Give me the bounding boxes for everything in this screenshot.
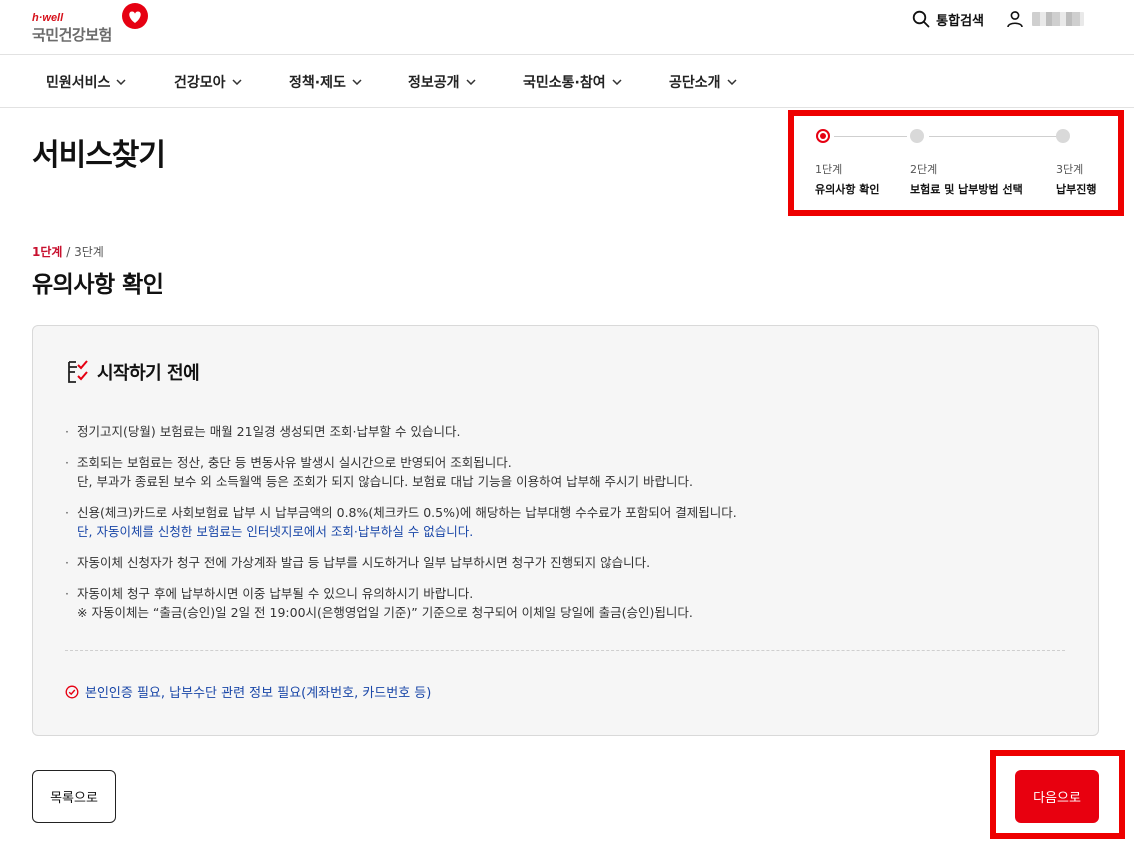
nav-item-health-moa[interactable]: 건강모아 bbox=[174, 72, 242, 92]
list-item: 조회되는 보험료는 정산, 충단 등 변동사유 발생시 실시간으로 반영되어 조… bbox=[65, 453, 1065, 491]
main-navigation: 민원서비스 건강모아 정책·제도 정보공개 국민소통·참여 공단소개 bbox=[0, 55, 1134, 108]
nav-item-label: 건강모아 bbox=[174, 75, 226, 91]
logo-subtext: h·well bbox=[32, 12, 64, 24]
search-label: 통합검색 bbox=[936, 13, 984, 29]
next-button-highlight: 다음으로 bbox=[990, 750, 1125, 839]
nav-item-label: 정책·제도 bbox=[289, 75, 346, 91]
list-item: 정기고지(당월) 보험료는 매월 21일경 생성되면 조회·납부할 수 있습니다… bbox=[65, 422, 1065, 441]
notice-title: 시작하기 전에 bbox=[97, 363, 200, 384]
notice-line: 자동이체 신청자가 청구 전에 가상계좌 발급 등 납부를 시도하거나 일부 납… bbox=[77, 555, 651, 570]
step-number: 1단계 bbox=[815, 163, 843, 176]
step-connector bbox=[929, 136, 1061, 137]
chevron-down-icon bbox=[116, 79, 126, 85]
logo-text: 국민건강보험 bbox=[32, 26, 112, 44]
checklist-icon bbox=[68, 360, 88, 383]
nav-item-about[interactable]: 공단소개 bbox=[669, 72, 737, 92]
divider bbox=[65, 650, 1065, 651]
page-title: 서비스찾기 bbox=[32, 138, 166, 173]
requirement-text: 본인인증 필요, 납부수단 관련 정보 필요(계좌번호, 카드번호 등) bbox=[85, 686, 432, 701]
top-header: h·well 국민건강보험 통합검색 bbox=[0, 0, 1134, 55]
notice-line: 조회되는 보험료는 정산, 충단 등 변동사유 발생시 실시간으로 반영되어 조… bbox=[77, 455, 512, 470]
step-dot bbox=[1056, 129, 1070, 143]
integrated-search-button[interactable]: 통합검색 bbox=[912, 10, 984, 29]
search-icon bbox=[912, 10, 930, 28]
notice-line: 단, 부과가 종료된 보수 외 소득월액 등은 조회가 되지 않습니다. 보험료… bbox=[77, 474, 693, 489]
nav-item-civil-service[interactable]: 민원서비스 bbox=[46, 72, 126, 92]
total-steps: 3단계 bbox=[74, 245, 104, 259]
step-separator: / bbox=[62, 245, 75, 259]
nav-item-label: 국민소통·참여 bbox=[523, 75, 606, 91]
logo[interactable]: h·well 국민건강보험 bbox=[32, 3, 162, 48]
back-to-list-button[interactable]: 목록으로 bbox=[32, 770, 116, 823]
check-circle-icon bbox=[65, 685, 79, 698]
heart-logo-icon bbox=[122, 3, 148, 29]
notice-line: ※ 자동이체는 “출금(승인)일 2일 전 19:00시(은행영업일 기준)” … bbox=[77, 605, 693, 620]
step-dot-active bbox=[816, 129, 830, 143]
nav-item-label: 공단소개 bbox=[669, 75, 721, 91]
nav-item-communication[interactable]: 국민소통·참여 bbox=[523, 72, 622, 92]
chevron-down-icon bbox=[352, 79, 362, 85]
notice-line: 정기고지(당월) 보험료는 매월 21일경 생성되면 조회·납부할 수 있습니다… bbox=[77, 424, 461, 439]
chevron-down-icon bbox=[232, 79, 242, 85]
list-item: 자동이체 청구 후에 납부하시면 이중 납부될 수 있으니 유의하시기 바랍니다… bbox=[65, 584, 1065, 622]
user-menu[interactable] bbox=[1006, 10, 1084, 28]
current-step: 1단계 bbox=[32, 245, 63, 259]
section-title: 유의사항 확인 bbox=[32, 272, 164, 298]
list-item: 자동이체 신청자가 청구 전에 가상계좌 발급 등 납부를 시도하거나 일부 납… bbox=[65, 553, 1065, 572]
notice-list: 정기고지(당월) 보험료는 매월 21일경 생성되면 조회·납부할 수 있습니다… bbox=[65, 422, 1065, 634]
top-actions: 통합검색 bbox=[912, 8, 1084, 30]
requirement-note: 본인인증 필요, 납부수단 관련 정보 필요(계좌번호, 카드번호 등) bbox=[65, 682, 431, 701]
notice-line: 신용(체크)카드로 사회보험료 납부 시 납부금액의 0.8%(체크카드 0.5… bbox=[77, 505, 737, 520]
notice-line: 자동이체 청구 후에 납부하시면 이중 납부될 수 있으니 유의하시기 바랍니다… bbox=[77, 586, 474, 601]
list-item: 신용(체크)카드로 사회보험료 납부 시 납부금액의 0.8%(체크카드 0.5… bbox=[65, 503, 1065, 541]
next-button[interactable]: 다음으로 bbox=[1015, 770, 1099, 823]
step-indicator: 1단계 / 3단계 bbox=[32, 243, 104, 260]
chevron-down-icon bbox=[612, 79, 622, 85]
step-connector bbox=[834, 136, 907, 137]
user-icon bbox=[1007, 11, 1023, 28]
step-name: 납부진행 bbox=[1056, 183, 1097, 196]
notice-header: 시작하기 전에 bbox=[65, 359, 200, 385]
nav-item-label: 민원서비스 bbox=[46, 75, 111, 91]
step-number: 3단계 bbox=[1056, 163, 1084, 176]
step-name: 보험료 및 납부방법 선택 bbox=[910, 183, 1023, 196]
step-number: 2단계 bbox=[910, 163, 938, 176]
step-dot bbox=[910, 129, 924, 143]
notice-box: 시작하기 전에 정기고지(당월) 보험료는 매월 21일경 생성되면 조회·납부… bbox=[32, 325, 1099, 736]
nav-item-info-disclosure[interactable]: 정보공개 bbox=[408, 72, 476, 92]
progress-stepper: 1단계 2단계 3단계 유의사항 확인 보험료 및 납부방법 선택 납부진행 bbox=[788, 110, 1124, 216]
user-name-blurred bbox=[1032, 12, 1084, 26]
step-name: 유의사항 확인 bbox=[815, 183, 880, 196]
nav-item-policy[interactable]: 정책·제도 bbox=[289, 72, 362, 92]
chevron-down-icon bbox=[727, 79, 737, 85]
chevron-down-icon bbox=[466, 79, 476, 85]
nav-item-label: 정보공개 bbox=[408, 75, 460, 91]
notice-line-highlight: 단, 자동이체를 신청한 보험료는 인터넷지로에서 조회·납부하실 수 없습니다… bbox=[77, 524, 474, 539]
